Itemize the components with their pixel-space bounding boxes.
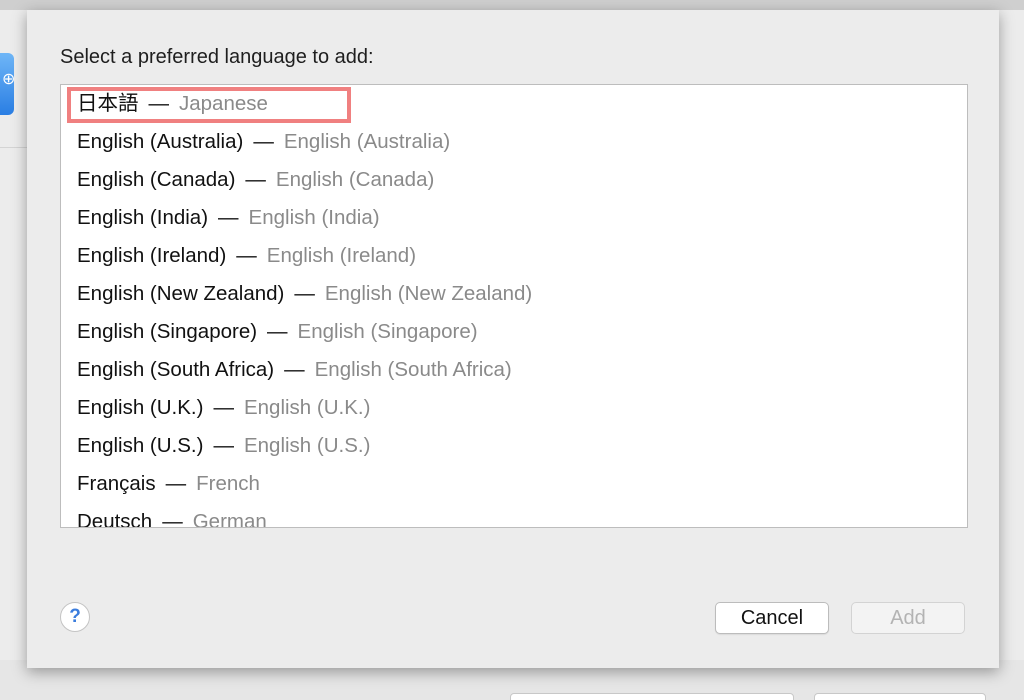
language-item-english-singapore[interactable]: English (Singapore) — English (Singapore) [61,313,967,351]
language-native-name: English (Ireland) [77,244,227,267]
language-native-name: English (New Zealand) [77,282,285,305]
background-window-right [999,10,1024,670]
language-native-name: English (U.S.) [77,434,204,457]
dialog-prompt: Select a preferred language to add: [60,46,374,68]
language-item-english-australia[interactable]: English (Australia) — English (Australia) [61,123,967,161]
language-item-english-ireland[interactable]: English (Ireland) — English (Ireland) [61,237,967,275]
language-english-name: Japanese [179,92,268,115]
language-separator: — [213,396,234,419]
language-separator: — [213,434,234,457]
language-item-english-us[interactable]: English (U.S.) — English (U.S.) [61,427,967,465]
background-button [510,693,794,700]
language-item-french[interactable]: Français — French [61,465,967,503]
language-item-english-uk[interactable]: English (U.K.) — English (U.K.) [61,389,967,427]
language-separator: — [245,168,266,191]
language-separator: — [236,244,257,267]
language-separator: — [253,130,274,153]
language-english-name: English (New Zealand) [324,282,533,305]
language-native-name: Deutsch [77,510,153,528]
language-native-name: 日本語 [77,92,139,115]
globe-icon: ⊕ [0,53,15,115]
language-english-name: English (Canada) [275,168,435,191]
language-item-english-india[interactable]: English (India) — English (India) [61,199,967,237]
language-separator: — [294,282,315,305]
language-separator: — [162,510,183,528]
language-item-german[interactable]: Deutsch — German [61,503,967,528]
language-english-name: French [196,472,260,495]
language-item-english-south-africa[interactable]: English (South Africa) — English (South Af… [61,351,967,389]
help-button[interactable]: ? [60,602,90,632]
language-english-name: English (U.K.) [243,396,371,419]
language-separator: — [165,472,187,495]
background-button [814,693,986,700]
language-english-name: English (Australia) [283,130,451,153]
language-native-name: Français [77,472,156,495]
language-native-name: English (India) [77,206,209,229]
language-english-name: English (U.S.) [243,434,371,457]
language-list[interactable]: 日本語 — Japanese English (Australia) — English… [60,84,968,528]
language-separator: — [218,206,239,229]
language-native-name: English (South Africa) [77,358,275,381]
language-item-english-canada[interactable]: English (Canada) — English (Canada) [61,161,967,199]
language-english-name: English (India) [248,206,380,229]
language-separator: — [267,320,288,343]
background-divider [0,147,27,148]
language-item-english-new-zealand[interactable]: English (New Zealand) — English (New Zeala… [61,275,967,313]
add-button[interactable]: Add [851,602,965,634]
language-english-name: German [192,510,267,528]
language-separator: — [284,358,305,381]
language-english-name: English (South Africa) [314,358,512,381]
background-window-left: ⊕ [0,10,27,670]
cancel-button[interactable]: Cancel [715,602,829,634]
language-english-name: English (Singapore) [297,320,478,343]
add-language-sheet: Select a preferred language to add: 日本語 —… [27,10,999,668]
background-window-titlebar [0,0,1024,10]
language-native-name: English (U.K.) [77,396,204,419]
language-native-name: English (Canada) [77,168,236,191]
language-english-name: English (Ireland) [266,244,417,267]
language-separator: — [148,92,170,115]
language-item-japanese[interactable]: 日本語 — Japanese [61,85,967,123]
language-native-name: English (Singapore) [77,320,258,343]
language-native-name: English (Australia) [77,130,244,153]
